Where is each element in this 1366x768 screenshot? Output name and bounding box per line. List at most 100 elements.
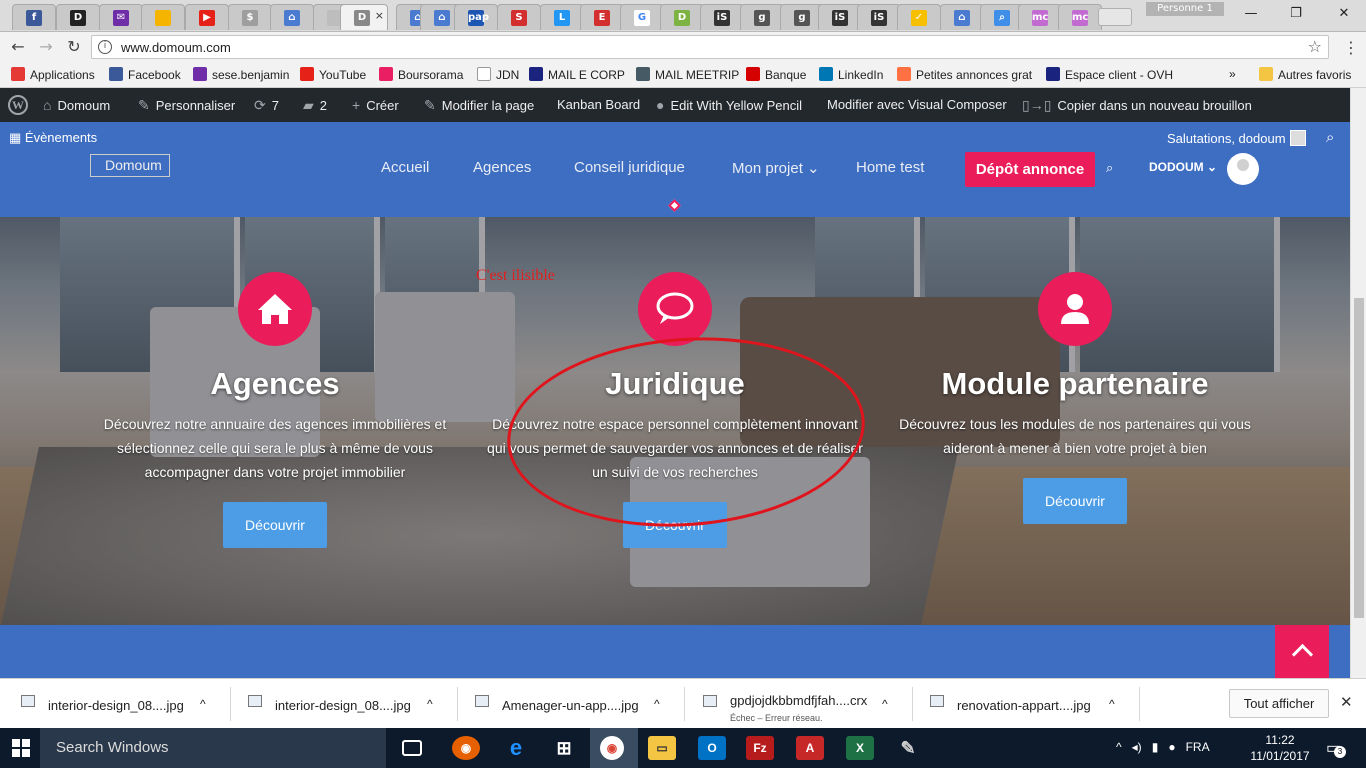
browser-tab[interactable]: ▶ (185, 4, 229, 30)
outlook-icon[interactable]: O (698, 736, 726, 760)
discover-button[interactable]: Découvrir (1023, 478, 1127, 524)
show-all-button[interactable]: Tout afficher (1229, 689, 1329, 718)
browser-tab[interactable]: D (660, 4, 704, 30)
wordpress-logo-icon[interactable]: W (8, 95, 28, 115)
reload-icon[interactable]: ↻ (64, 38, 84, 56)
wp-comments[interactable]: ▰ 2 (303, 97, 327, 114)
edge-icon[interactable]: e (502, 736, 530, 760)
paint-icon[interactable]: ✎ (894, 736, 922, 760)
bookmark-item[interactable]: YouTube (300, 67, 366, 83)
windows-search-box[interactable]: Search Windows (40, 728, 386, 768)
events-link[interactable]: ▦ Évènements (9, 130, 97, 146)
bookmark-item[interactable]: Facebook (109, 67, 181, 83)
download-item[interactable]: Amenager-un-app....jpg (475, 691, 675, 721)
scroll-to-top-button[interactable] (1275, 625, 1329, 678)
minimize-button[interactable]: — (1241, 6, 1261, 22)
browser-tab[interactable]: L (540, 4, 584, 30)
weather-icon[interactable]: ● (1168, 740, 1175, 754)
wp-new[interactable]: + Créer (352, 97, 399, 113)
user-menu[interactable]: DODOUM ⌄ (1149, 160, 1217, 174)
excel-icon[interactable]: X (846, 736, 874, 760)
bookmarks-overflow-icon[interactable]: » (1229, 67, 1236, 83)
bookmark-item[interactable]: Boursorama (379, 67, 463, 83)
bookmark-star-icon[interactable]: ☆ (1308, 37, 1322, 56)
download-item[interactable]: renovation-appart....jpg (930, 691, 1130, 721)
maximize-button[interactable]: ❐ (1286, 6, 1306, 22)
action-center-icon[interactable]: ▭3 (1326, 738, 1346, 758)
windows-start-icon[interactable] (12, 739, 30, 757)
back-icon[interactable]: ← (8, 38, 28, 56)
browser-tab[interactable]: S (497, 4, 541, 30)
system-tray[interactable]: ^ ◂) ▮ ● FRA (1116, 740, 1210, 754)
avatar[interactable] (1227, 153, 1259, 185)
browser-tab[interactable]: ⌂ (940, 4, 984, 30)
bookmark-item[interactable]: MAIL E CORP (529, 67, 625, 83)
file-explorer-icon[interactable]: ▭ (648, 736, 676, 760)
store-icon[interactable]: ⊞ (550, 736, 578, 760)
download-item[interactable]: interior-design_08....jpg (248, 691, 448, 721)
browser-tab[interactable]: ⌂ (270, 4, 314, 30)
bookmark-item[interactable]: Applications (11, 67, 95, 83)
volume-icon[interactable]: ◂) (1132, 740, 1142, 754)
close-tab-icon[interactable]: × (375, 9, 384, 22)
top-search-icon[interactable]: ⌕ (1326, 129, 1334, 146)
close-window-button[interactable]: ✕ (1334, 6, 1354, 22)
browser-tab[interactable]: mc (1058, 4, 1102, 30)
discover-button[interactable]: Découvrir (223, 502, 327, 548)
chrome-menu-icon[interactable]: ⋮ (1343, 38, 1359, 57)
clock[interactable]: 11:22 11/01/2017 (1250, 732, 1310, 764)
filezilla-icon[interactable]: Fz (746, 736, 774, 760)
wp-visual-composer[interactable]: Modifier avec Visual Composer (827, 97, 1007, 112)
browser-tab[interactable] (141, 4, 185, 30)
bookmark-item[interactable]: Espace client - OVH (1046, 67, 1173, 83)
other-bookmarks[interactable]: Autres favoris (1259, 67, 1351, 83)
acrobat-icon[interactable]: A (796, 736, 824, 760)
slider-indicator[interactable] (668, 199, 681, 212)
bookmark-item[interactable]: LinkedIn (819, 67, 883, 83)
chevron-up-icon[interactable]: ^ (882, 697, 888, 711)
browser-tab[interactable]: $ (228, 4, 272, 30)
close-icon[interactable]: ✕ (1340, 693, 1353, 711)
network-icon[interactable]: ▮ (1152, 740, 1159, 754)
bookmark-item[interactable]: Banque (746, 67, 806, 83)
greeting[interactable]: Salutations, dodoum (1167, 130, 1306, 146)
browser-tab[interactable]: iS (818, 4, 862, 30)
wp-copy-draft[interactable]: ▯→▯ Copier dans un nouveau brouillon (1022, 97, 1252, 114)
address-bar[interactable]: i www.domoum.com ☆ (91, 35, 1329, 59)
browser-tab[interactable]: iS (700, 4, 744, 30)
wp-customize[interactable]: ✎ Personnaliser (138, 97, 235, 114)
download-item[interactable]: gpdjojdkbbmdfjfah....crx Échec – Erreur r… (703, 691, 903, 723)
nav-conseil-juridique[interactable]: Conseil juridique (574, 159, 685, 176)
browser-tab[interactable]: mc (1018, 4, 1062, 30)
chevron-up-icon[interactable]: ^ (654, 697, 660, 711)
browser-tab[interactable]: D (56, 4, 100, 30)
wp-kanban[interactable]: Kanban Board (557, 97, 640, 112)
scrollbar-thumb[interactable] (1354, 298, 1364, 618)
forward-icon[interactable]: → (36, 38, 56, 56)
info-icon[interactable]: i (98, 40, 112, 54)
nav-mon-projet[interactable]: Mon projet ⌄ (732, 159, 820, 177)
browser-tab[interactable]: E (580, 4, 624, 30)
url-text[interactable]: www.domoum.com (121, 40, 231, 55)
wp-updates[interactable]: ⟳ 7 (254, 97, 279, 114)
browser-tab[interactable]: G (620, 4, 664, 30)
browser-tab[interactable]: g (740, 4, 784, 30)
nav-home-test[interactable]: Home test (856, 159, 924, 176)
wp-yellow-pencil[interactable]: ● Edit With Yellow Pencil (656, 97, 802, 113)
browser-tab[interactable]: ✓ (897, 4, 941, 30)
browser-tab[interactable]: f (12, 4, 56, 30)
chevron-up-icon[interactable]: ^ (427, 697, 433, 711)
browser-tab[interactable]: iS (857, 4, 901, 30)
nav-accueil[interactable]: Accueil (381, 159, 429, 176)
new-tab-button[interactable] (1098, 8, 1132, 26)
download-item[interactable]: interior-design_08....jpg (21, 691, 221, 721)
profile-button[interactable]: Personne 1 (1146, 2, 1224, 16)
bookmark-item[interactable]: Petites annonces grat (897, 67, 1032, 83)
page-scrollbar[interactable] (1350, 88, 1366, 678)
wp-edit-page[interactable]: ✎ Modifier la page (424, 97, 534, 114)
browser-tab[interactable]: pap (454, 4, 498, 30)
firefox-icon[interactable]: ◉ (452, 736, 480, 760)
browser-tab[interactable]: D × (340, 4, 388, 30)
chrome-icon[interactable]: ◉ (600, 736, 624, 760)
nav-search-icon[interactable]: ⌕ (1106, 160, 1113, 176)
